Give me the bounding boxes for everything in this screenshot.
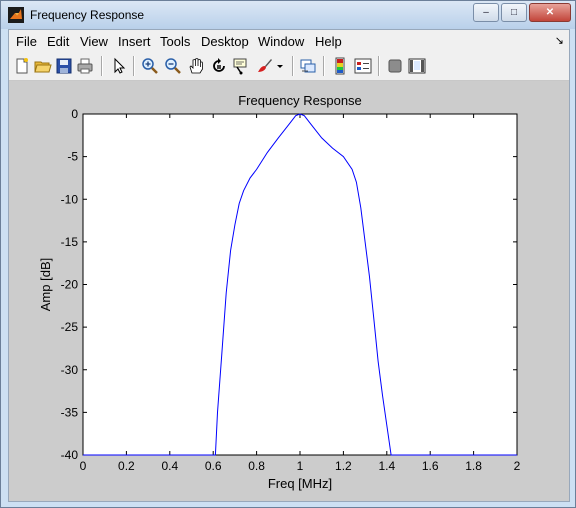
matlab-figure-window: Frequency Response ‒ □ ✕ File Edit View … (0, 0, 576, 508)
x-axis-label: Freq [MHz] (268, 476, 332, 491)
x-tick-label: 1.8 (465, 459, 482, 473)
menu-insert[interactable]: Insert (118, 34, 151, 49)
link-plot-icon[interactable] (299, 57, 317, 75)
x-tick-label: 0.6 (205, 459, 222, 473)
x-tick-label: 0.2 (118, 459, 135, 473)
toolbar-separator (292, 56, 294, 76)
close-button[interactable]: ✕ (529, 3, 571, 22)
x-tick-label: 2 (514, 459, 521, 473)
y-tick-label: -5 (67, 150, 78, 164)
x-tick-label: 1 (297, 459, 304, 473)
y-tick-label: -40 (61, 448, 79, 462)
insert-legend-icon[interactable] (354, 57, 372, 75)
minimize-icon: ‒ (483, 7, 489, 18)
menu-help[interactable]: Help (315, 34, 342, 49)
data-cursor-icon[interactable] (233, 57, 251, 75)
toolbar-separator (133, 56, 135, 76)
frequency-response-chart[interactable]: Frequency Response 0 0.2 0.4 0.6 0.8 1 1.2 1.4 1.… (9, 81, 569, 501)
menu-edit[interactable]: Edit (47, 34, 69, 49)
title-bar[interactable]: Frequency Response ‒ □ ✕ (1, 1, 575, 29)
brush-icon[interactable] (256, 57, 274, 75)
matlab-logo-icon (8, 7, 24, 23)
x-tick-label: 1.2 (335, 459, 352, 473)
y-tick-label: -35 (61, 405, 79, 419)
minimize-button[interactable]: ‒ (473, 3, 499, 22)
x-tick-label: 0.4 (161, 459, 178, 473)
x-tick-label: 1.6 (422, 459, 439, 473)
show-plot-tools-icon[interactable] (408, 57, 426, 75)
menu-bar: File Edit View Insert Tools Desktop Wind… (9, 30, 569, 52)
y-tick-label: -15 (61, 235, 79, 249)
menu-tools[interactable]: Tools (160, 34, 190, 49)
y-tick-label: 0 (71, 107, 78, 121)
y-tick-label: -20 (61, 278, 79, 292)
figure-canvas[interactable]: Frequency Response 0 0.2 0.4 0.6 0.8 1 1.2 1.4 1.… (9, 81, 569, 501)
print-icon[interactable] (76, 57, 94, 75)
x-tick-label: 0 (80, 459, 87, 473)
figure-toolbar (9, 52, 569, 81)
menu-desktop[interactable]: Desktop (201, 34, 249, 49)
toolbar-separator (378, 56, 380, 76)
new-figure-icon[interactable] (13, 57, 31, 75)
pan-hand-icon[interactable] (187, 57, 205, 75)
toolbar-separator (323, 56, 325, 76)
save-icon[interactable] (55, 57, 73, 75)
maximize-button[interactable]: □ (501, 3, 527, 22)
plot-area (82, 113, 518, 456)
figure-client-area: File Edit View Insert Tools Desktop Wind… (8, 29, 570, 502)
dock-arrow-icon[interactable]: ↘ (555, 34, 564, 47)
brush-dropdown-icon[interactable] (275, 57, 285, 75)
zoom-in-icon[interactable] (141, 57, 159, 75)
insert-colorbar-icon[interactable] (331, 57, 349, 75)
open-file-icon[interactable] (34, 57, 52, 75)
chart-title: Frequency Response (238, 93, 362, 108)
x-tick-label: 0.8 (248, 459, 265, 473)
menu-window[interactable]: Window (258, 34, 304, 49)
close-icon: ✕ (545, 7, 555, 18)
zoom-out-icon[interactable] (164, 57, 182, 75)
y-tick-label: -30 (61, 363, 79, 377)
toolbar-separator (101, 56, 103, 76)
select-arrow-icon[interactable] (110, 57, 128, 75)
hide-plot-tools-icon[interactable] (386, 57, 404, 75)
window-title: Frequency Response (30, 8, 145, 22)
menu-file[interactable]: File (16, 34, 37, 49)
maximize-icon: □ (510, 7, 518, 18)
y-tick-label: -25 (61, 320, 79, 334)
x-tick-label: 1.4 (378, 459, 395, 473)
menu-view[interactable]: View (80, 34, 108, 49)
y-axis-label: Amp [dB] (38, 258, 53, 311)
rotate-3d-icon[interactable] (210, 57, 228, 75)
y-tick-label: -10 (61, 192, 79, 206)
